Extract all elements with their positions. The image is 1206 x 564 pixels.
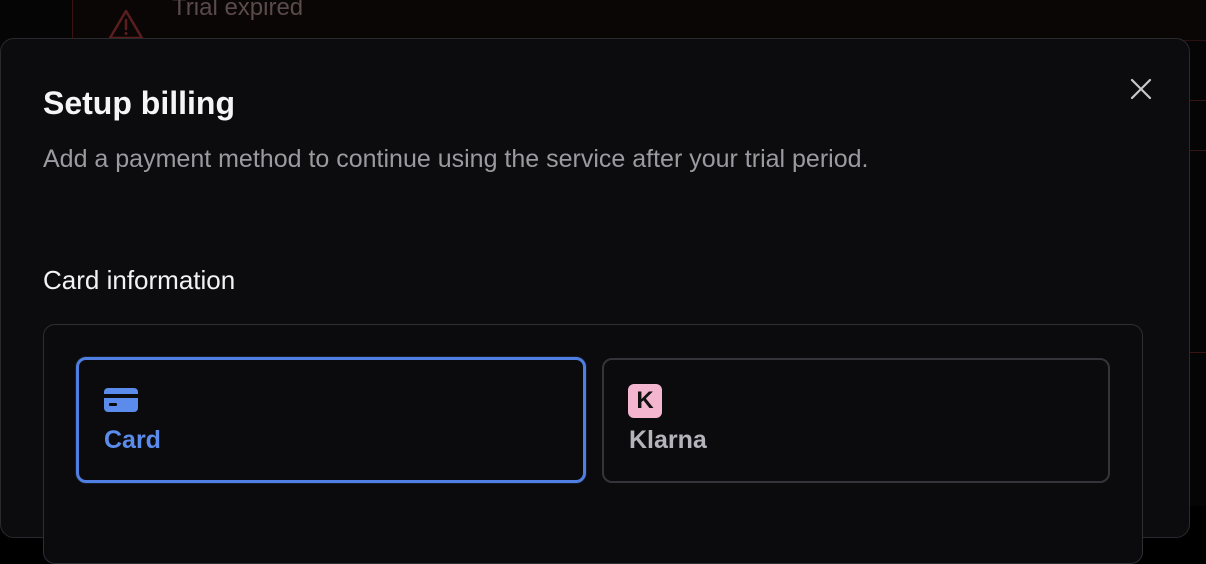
payment-method-tab-card[interactable]: Card — [76, 357, 586, 483]
payment-method-label: Card — [104, 426, 161, 454]
close-button[interactable] — [1125, 73, 1157, 105]
background-divider — [1190, 352, 1206, 353]
card-information-label: Card information — [43, 265, 236, 295]
payment-element: Card K Klarna — [43, 324, 1143, 564]
payment-method-label: Klarna — [629, 426, 707, 454]
credit-card-icon — [104, 388, 138, 412]
background-divider — [1190, 150, 1206, 151]
setup-billing-dialog: Setup billing Add a payment method to co… — [0, 38, 1190, 564]
trial-expired-text: Trial expired — [172, 0, 304, 21]
dialog-title: Setup billing — [43, 85, 235, 121]
payment-method-tab-klarna[interactable]: K Klarna — [602, 358, 1110, 483]
warning-triangle-icon — [108, 9, 144, 40]
close-icon — [1130, 78, 1152, 100]
background-divider — [1190, 100, 1206, 101]
dialog-subtitle: Add a payment method to continue using t… — [43, 145, 869, 173]
klarna-logo-icon: K — [628, 384, 662, 418]
